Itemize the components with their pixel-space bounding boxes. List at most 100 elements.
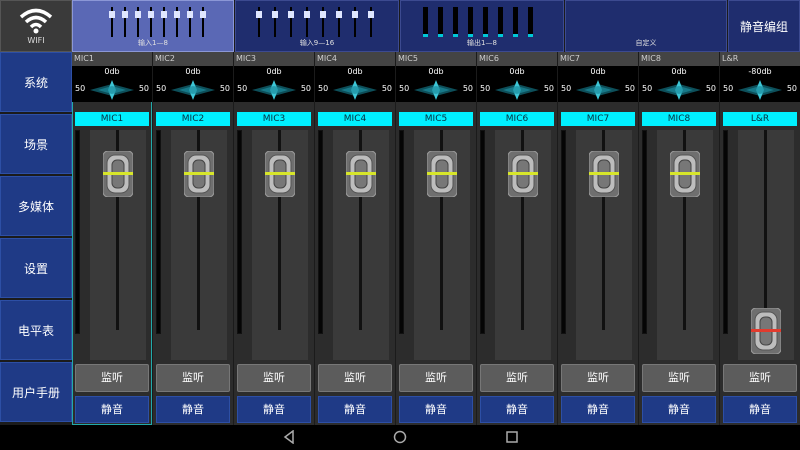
channel-tag-mic6[interactable]: MIC6 <box>480 112 554 126</box>
pan-knob-icon[interactable] <box>738 80 782 100</box>
tab-input-1-8[interactable]: 输入1—8 <box>72 0 234 52</box>
pan-control[interactable]: 50 50 <box>153 78 233 102</box>
monitor-button[interactable]: 监听 <box>480 364 554 392</box>
level-meter <box>399 130 404 334</box>
fader-knob-icon[interactable] <box>427 151 457 197</box>
pan-control[interactable]: 50 50 <box>72 78 152 102</box>
pan-knob-icon[interactable] <box>171 80 215 100</box>
sidebar-item-media[interactable]: 多媒体 <box>0 176 72 236</box>
channel-tag-mic2[interactable]: MIC2 <box>156 112 230 126</box>
sidebar-item-level-meter[interactable]: 电平表 <box>0 300 72 360</box>
pan-left-value: 50 <box>399 84 410 93</box>
sidebar-item-scene[interactable]: 场景 <box>0 114 72 174</box>
channel-strip-mic3: MIC3 0db 50 50 MIC3 监听 静音 <box>234 52 314 425</box>
mute-button[interactable]: 静音 <box>237 396 311 423</box>
monitor-button[interactable]: 监听 <box>237 364 311 392</box>
mute-group-button[interactable]: 静音编组 <box>728 0 800 52</box>
pan-control[interactable]: 50 50 <box>720 78 800 102</box>
channel-tag-mic7[interactable]: MIC7 <box>561 112 635 126</box>
monitor-button[interactable]: 监听 <box>75 364 149 392</box>
pan-knob-icon[interactable] <box>90 80 134 100</box>
monitor-button[interactable]: 监听 <box>318 364 392 392</box>
pan-knob-icon[interactable] <box>333 80 377 100</box>
channel-tag-mic4[interactable]: MIC4 <box>318 112 392 126</box>
level-meter <box>480 130 485 334</box>
tab-caption: 自定义 <box>635 39 657 47</box>
fader-knob-icon[interactable] <box>508 151 538 197</box>
mute-button[interactable]: 静音 <box>723 396 797 423</box>
fader-knob-icon[interactable] <box>184 151 214 197</box>
sidebar-item-manual[interactable]: 用户手册 <box>0 362 72 422</box>
fader-knob-icon[interactable] <box>103 151 133 197</box>
sidebar-item-settings[interactable]: 设置 <box>0 238 72 298</box>
channel-tag-lr[interactable]: L&R <box>723 112 797 126</box>
channel-name: MIC1 <box>72 52 152 66</box>
back-icon[interactable] <box>282 430 296 444</box>
fader-track[interactable] <box>252 130 308 360</box>
sidebar-item-system[interactable]: 系统 <box>0 52 72 112</box>
channel-strip-mic4: MIC4 0db 50 50 MIC4 监听 静音 <box>315 52 395 425</box>
pan-control[interactable]: 50 50 <box>234 78 314 102</box>
mute-button[interactable]: 静音 <box>318 396 392 423</box>
channel-name: MIC2 <box>153 52 233 66</box>
wifi-status[interactable]: WIFI <box>0 0 72 52</box>
monitor-button[interactable]: 监听 <box>723 364 797 392</box>
monitor-button[interactable]: 监听 <box>399 364 473 392</box>
pan-control[interactable]: 50 50 <box>396 78 476 102</box>
pan-left-value: 50 <box>480 84 491 93</box>
fader-bank-icon <box>256 7 374 37</box>
fader-track[interactable] <box>657 130 713 360</box>
pan-right-value: 50 <box>462 84 473 93</box>
mute-button[interactable]: 静音 <box>75 396 149 423</box>
fader-knob-icon[interactable] <box>265 151 295 197</box>
fader-track[interactable] <box>576 130 632 360</box>
fader-knob-icon[interactable] <box>670 151 700 197</box>
tab-output-1-8[interactable]: 输出1—8 <box>400 0 564 52</box>
pan-control[interactable]: 50 50 <box>315 78 395 102</box>
wifi-label: WIFI <box>27 35 45 45</box>
channel-tag-mic1[interactable]: MIC1 <box>75 112 149 126</box>
channel-name: L&R <box>720 52 800 66</box>
pan-knob-icon[interactable] <box>576 80 620 100</box>
pan-right-value: 50 <box>786 84 797 93</box>
channel-name: MIC5 <box>396 52 476 66</box>
fader-knob-icon[interactable] <box>346 151 376 197</box>
tab-input-9-16[interactable]: 输入9—16 <box>235 0 399 52</box>
monitor-button[interactable]: 监听 <box>561 364 635 392</box>
tab-caption: 输出1—8 <box>467 39 497 47</box>
pan-control[interactable]: 50 50 <box>558 78 638 102</box>
pan-knob-icon[interactable] <box>657 80 701 100</box>
channel-strip-mic1: MIC1 0db 50 50 MIC1 监听 静音 <box>72 52 152 425</box>
channel-tag-mic3[interactable]: MIC3 <box>237 112 311 126</box>
mute-button[interactable]: 静音 <box>561 396 635 423</box>
channel-strip-mic7: MIC7 0db 50 50 MIC7 监听 静音 <box>558 52 638 425</box>
mute-button[interactable]: 静音 <box>399 396 473 423</box>
fader-bank-icon <box>109 7 206 37</box>
output-meter-icon <box>423 7 533 37</box>
channel-tag-mic8[interactable]: MIC8 <box>642 112 716 126</box>
pan-knob-icon[interactable] <box>252 80 296 100</box>
fader-knob-icon[interactable] <box>589 151 619 197</box>
pan-control[interactable]: 50 50 <box>639 78 719 102</box>
pan-knob-icon[interactable] <box>495 80 539 100</box>
fader-track[interactable] <box>738 130 794 360</box>
mute-button[interactable]: 静音 <box>156 396 230 423</box>
pan-control[interactable]: 50 50 <box>477 78 557 102</box>
fader-track[interactable] <box>495 130 551 360</box>
fader-knob-icon[interactable] <box>751 308 781 354</box>
monitor-button[interactable]: 监听 <box>642 364 716 392</box>
fader-track[interactable] <box>414 130 470 360</box>
monitor-button[interactable]: 监听 <box>156 364 230 392</box>
recents-icon[interactable] <box>505 430 519 444</box>
channel-tag-mic5[interactable]: MIC5 <box>399 112 473 126</box>
fader-track[interactable] <box>333 130 389 360</box>
pan-knob-icon[interactable] <box>414 80 458 100</box>
fader-track[interactable] <box>171 130 227 360</box>
mute-button[interactable]: 静音 <box>480 396 554 423</box>
mute-button[interactable]: 静音 <box>642 396 716 423</box>
channel-strip-mic6: MIC6 0db 50 50 MIC6 监听 静音 <box>477 52 557 425</box>
fader-track[interactable] <box>90 130 146 360</box>
tab-custom[interactable]: 自定义 <box>565 0 727 52</box>
level-meter <box>642 130 647 334</box>
home-icon[interactable] <box>393 430 407 444</box>
